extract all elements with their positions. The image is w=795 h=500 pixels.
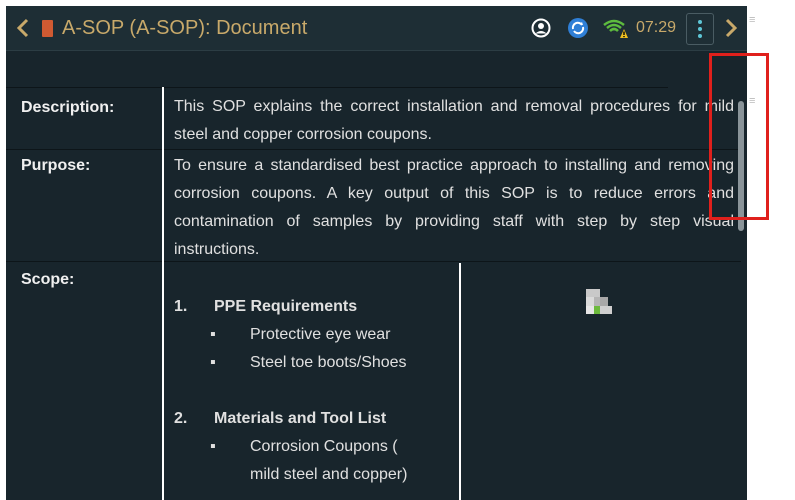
- section-number: 1.: [174, 298, 188, 315]
- sync-icon[interactable]: [567, 17, 589, 39]
- list-item: Corrosion Coupons (: [210, 438, 398, 456]
- section-heading: PPE Requirements: [214, 298, 358, 315]
- document-icon: [42, 20, 53, 37]
- edge-marker: ≡: [749, 14, 756, 26]
- clock-time: 07:29: [636, 19, 677, 36]
- app-window: A-SOP (A-SOP): Document 07:29 Descriptio…: [6, 6, 747, 500]
- table-divider: [162, 87, 164, 500]
- forward-button[interactable]: [716, 6, 746, 50]
- kebab-menu-button[interactable]: [686, 13, 714, 45]
- chevron-left-icon: [16, 18, 29, 38]
- description-text: This SOP explains the correct installati…: [174, 98, 734, 143]
- table-divider: [459, 263, 461, 500]
- section-heading: Materials and Tool List: [214, 410, 387, 427]
- image-placeholder: [586, 289, 612, 314]
- wifi-warning-icon[interactable]: [603, 17, 629, 39]
- user-icon[interactable]: [530, 17, 552, 39]
- section-number: 2.: [174, 410, 188, 427]
- scope-label: Scope:: [21, 271, 75, 288]
- list-item: Steel toe boots/Shoes: [210, 354, 407, 372]
- highlight-box: [709, 53, 769, 220]
- divider: [6, 87, 668, 88]
- chevron-right-icon: [725, 18, 738, 38]
- list-item-continuation: mild steel and copper): [250, 466, 408, 483]
- back-button[interactable]: [8, 6, 38, 50]
- description-label: Description:: [21, 99, 115, 116]
- title-bar: A-SOP (A-SOP): Document 07:29: [6, 6, 747, 51]
- kebab-menu-icon: [698, 20, 702, 24]
- purpose-label: Purpose:: [21, 157, 91, 174]
- divider: [6, 149, 741, 150]
- list-item: Protective eye wear: [210, 326, 391, 344]
- purpose-text: To ensure a standardised best practice a…: [174, 157, 734, 258]
- document-view: Description: This SOP explains the corre…: [6, 51, 747, 500]
- window-title: A-SOP (A-SOP): Document: [62, 17, 308, 39]
